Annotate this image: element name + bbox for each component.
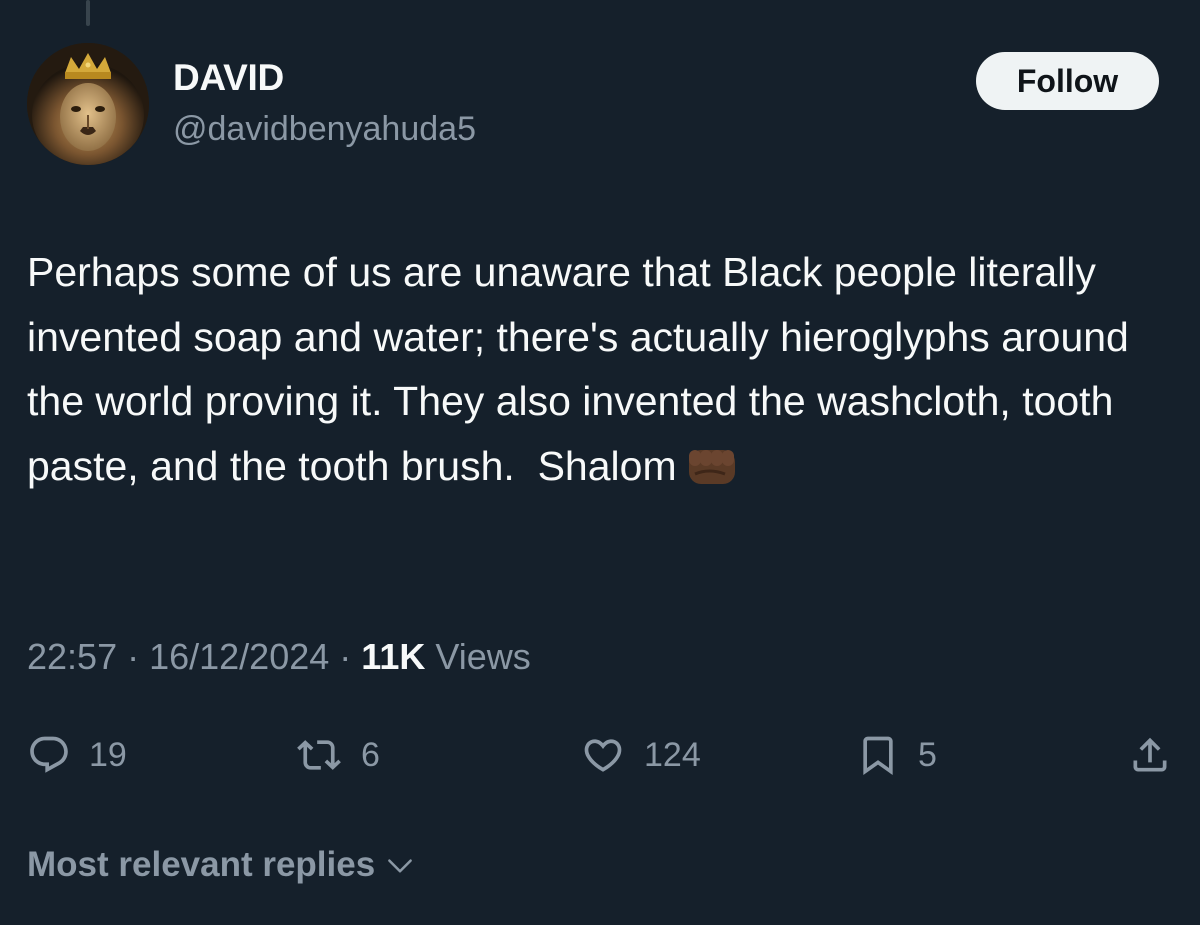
replies-sort-dropdown[interactable]: Most relevant replies <box>27 845 415 885</box>
tweet-meta: 22:57 · 16/12/2024 · 11K Views <box>27 636 531 678</box>
tweet-text: Perhaps some of us are unaware that Blac… <box>27 249 1141 489</box>
repost-icon <box>297 740 341 770</box>
views-label: Views <box>425 636 531 677</box>
author-display-name[interactable]: DAVID <box>173 57 284 99</box>
tweet-date[interactable]: 16/12/2024 <box>149 636 329 677</box>
heart-icon <box>584 739 622 772</box>
bookmark-count: 5 <box>918 735 937 774</box>
raised-fist-emoji-icon <box>685 442 741 507</box>
lion-avatar-icon <box>27 43 149 165</box>
bookmark-button[interactable]: 5 <box>856 725 937 785</box>
tweet-actions-bar: 19 6 124 5 <box>0 725 1200 785</box>
avatar[interactable] <box>27 43 149 165</box>
replies-sort-label: Most relevant replies <box>27 845 376 884</box>
share-button[interactable] <box>1128 725 1172 785</box>
reply-button[interactable]: 19 <box>27 725 127 785</box>
reply-icon <box>30 736 68 773</box>
author-handle[interactable]: @davidbenyahuda5 <box>173 110 476 149</box>
tweet-time[interactable]: 22:57 <box>27 636 117 677</box>
follow-button[interactable]: Follow <box>976 52 1159 110</box>
thread-connector-line <box>86 0 90 26</box>
like-count: 124 <box>644 735 701 774</box>
repost-count: 6 <box>361 735 380 774</box>
bookmark-icon <box>863 736 893 776</box>
tweet-body: Perhaps some of us are unaware that Blac… <box>27 240 1177 506</box>
chevron-down-icon <box>388 859 413 873</box>
share-icon <box>1133 737 1167 772</box>
meta-separator: · <box>329 636 362 677</box>
like-button[interactable]: 124 <box>580 725 701 785</box>
views-count: 11K <box>361 636 426 677</box>
reply-count: 19 <box>89 735 127 774</box>
meta-separator: · <box>117 636 150 677</box>
repost-button[interactable]: 6 <box>295 725 380 785</box>
